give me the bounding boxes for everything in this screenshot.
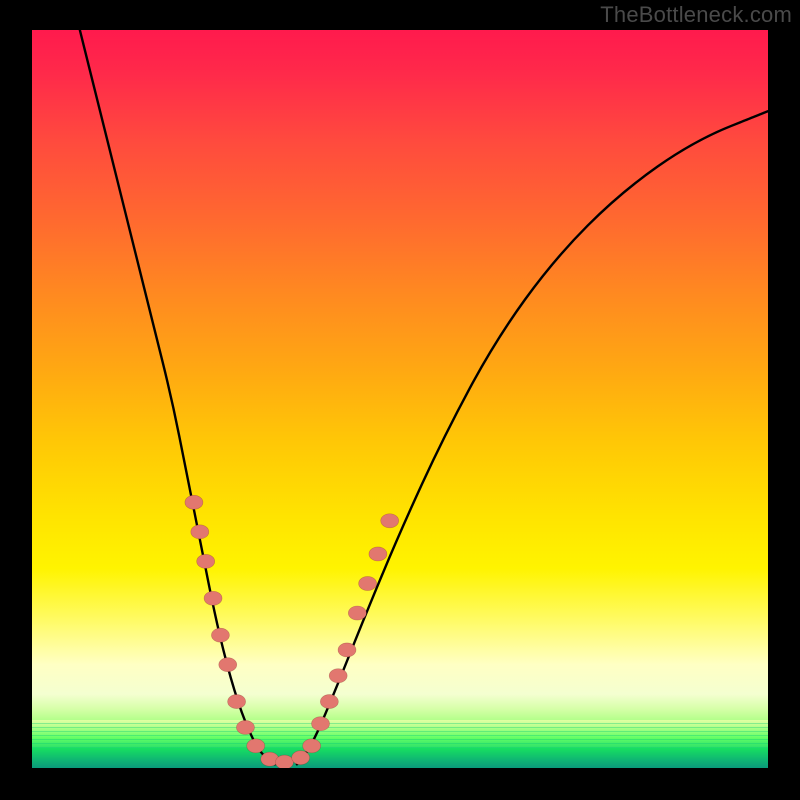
marker-dot [228,695,246,709]
marker-dot [275,755,293,768]
marker-dot [303,739,321,753]
marker-dot [359,576,377,590]
marker-dot [204,591,222,605]
marker-dot [338,643,356,657]
chart-frame: TheBottleneck.com [0,0,800,800]
left-branch-curve [80,30,275,764]
marker-dot [219,658,237,672]
marker-dot [191,525,209,539]
plot-area [32,30,768,768]
right-branch-curve [297,111,768,764]
marker-dot [185,495,203,509]
marker-dot [329,669,347,683]
marker-dot [211,628,229,642]
watermark-text: TheBottleneck.com [600,2,792,28]
marker-dots-group [185,495,399,768]
marker-dot [348,606,366,620]
marker-dot [312,717,330,731]
marker-dot [292,751,310,765]
marker-dot [369,547,387,561]
marker-dot [236,720,254,734]
marker-dot [247,739,265,753]
marker-dot [197,554,215,568]
marker-dot [381,514,399,528]
marker-dot [320,695,338,709]
curve-layer [32,30,768,768]
